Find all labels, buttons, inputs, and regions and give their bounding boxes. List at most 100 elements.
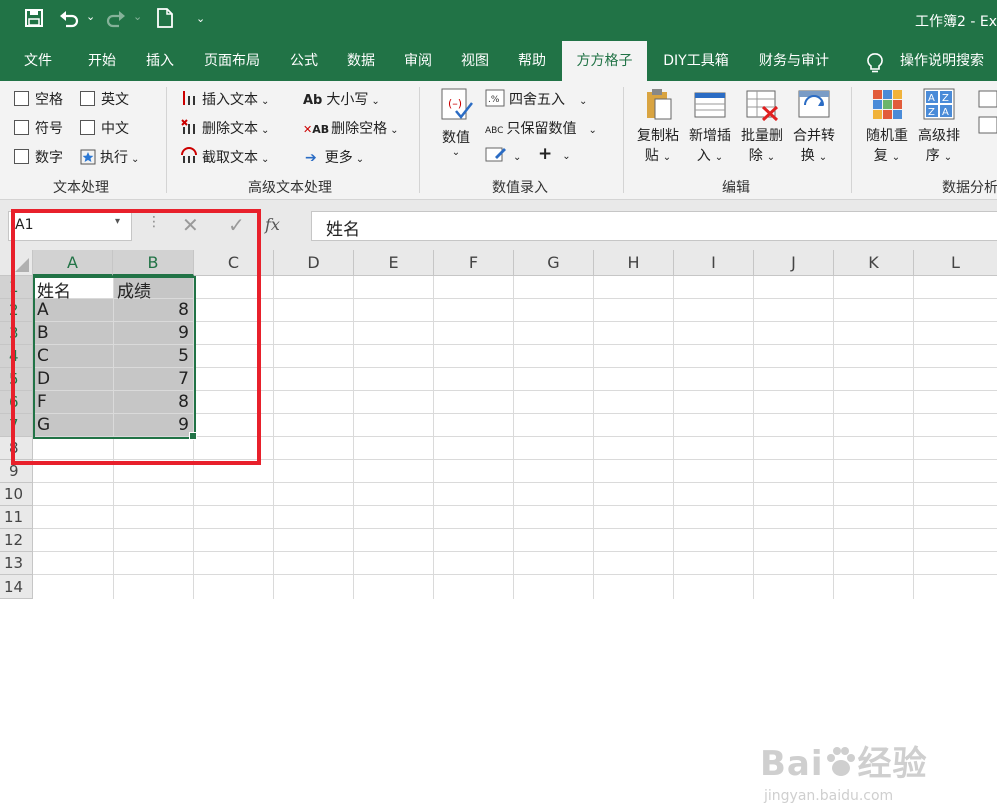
tab-file[interactable]: 文件 [10, 41, 66, 81]
column-header-i[interactable]: I [674, 250, 754, 276]
row-header-14[interactable]: 14 [0, 575, 33, 599]
copy-paste-button[interactable]: 复制粘 贴 ⌄ [634, 87, 682, 165]
keep-numbers-button[interactable]: ABC 只保留数值 ⌄ [485, 118, 597, 138]
insert-new-button[interactable]: 新增插 入 ⌄ [686, 87, 734, 165]
round-icon: .% [485, 89, 505, 107]
pencil-grid-icon [485, 147, 506, 162]
round-label: 四舍五入 [509, 92, 565, 108]
group-divider [419, 87, 420, 193]
column-header-j[interactable]: J [754, 250, 834, 276]
tab-page-layout[interactable]: 页面布局 [194, 41, 270, 81]
tab-review[interactable]: 审阅 [390, 41, 446, 81]
column-header-h[interactable]: H [594, 250, 674, 276]
random-repeat-icon [873, 90, 902, 119]
checkbox-label: 空格 [35, 92, 63, 108]
edit-number-button[interactable]: ⌄ [485, 145, 521, 164]
lightbulb-icon[interactable] [860, 41, 890, 81]
more-label: 更多 [324, 150, 353, 166]
tab-diy-toolbox[interactable]: DIY工具箱 [653, 41, 739, 81]
more-tools-icon[interactable] [977, 89, 997, 143]
checkbox-label: 英文 [101, 92, 129, 108]
formula-input-value: 姓名 [326, 220, 360, 240]
redo-icon[interactable] [105, 8, 127, 33]
save-icon[interactable] [24, 8, 44, 33]
sort-az-icon: A ZZ A [923, 88, 955, 120]
gridline [33, 528, 997, 529]
checkbox-number[interactable]: 数字 [14, 147, 63, 167]
new-file-icon[interactable] [156, 8, 174, 33]
number-value-button[interactable]: (–) 数值 ⌄ [436, 87, 476, 167]
batch-delete-label-2: 除 [748, 148, 763, 164]
insert-new-label: 新增插 [689, 128, 731, 144]
tab-insert[interactable]: 插入 [132, 41, 188, 81]
checkbox-space[interactable]: 空格 [14, 89, 63, 109]
watermark-brand-2: 经验 [857, 744, 928, 784]
column-header-d[interactable]: D [274, 250, 354, 276]
chevron-down-icon: ⌄ [451, 147, 461, 158]
row-header-12[interactable]: 12 [0, 529, 33, 552]
insert-function-button[interactable]: fx [265, 215, 280, 234]
column-header-g[interactable]: G [514, 250, 594, 276]
gridline [33, 482, 997, 483]
more-button[interactable]: ➔ 更多 ⌄ [305, 147, 364, 167]
insert-text-label: 插入文本 [202, 92, 258, 108]
checkbox-english[interactable]: 英文 [80, 89, 129, 109]
column-header-k[interactable]: K [834, 250, 914, 276]
customize-qat-icon[interactable]: ⌄ [196, 12, 205, 25]
column-header-e[interactable]: E [354, 250, 434, 276]
chevron-down-icon: ⌄ [371, 96, 380, 107]
advanced-sort-button[interactable]: AZZA 高级排 序 ⌄ [914, 87, 964, 165]
column-header-f[interactable]: F [434, 250, 514, 276]
tab-help[interactable]: 帮助 [504, 41, 560, 81]
gridline [33, 574, 997, 575]
random-repeat-label-2: 复 [873, 148, 888, 164]
plus-button[interactable]: + ⌄ [538, 144, 571, 164]
row-header-13[interactable]: 13 [0, 552, 33, 575]
svg-text:Z: Z [942, 93, 949, 104]
merge-convert-button[interactable]: 合并转 换 ⌄ [790, 87, 838, 165]
checkbox-label: 数字 [35, 150, 63, 166]
merge-convert-label: 合并转 [793, 128, 835, 144]
undo-dropdown-icon[interactable]: ⌄ [86, 10, 95, 23]
tab-fangfanggezi[interactable]: 方方格子 [562, 41, 647, 81]
checkbox-label: 符号 [35, 121, 63, 137]
group-divider [623, 87, 624, 193]
ribbon: 空格 英文 符号 中文 数字 执行 ⌄ 文本处理 插入文本 ⌄ 删除文本 ⌄ 截取文本… [0, 81, 997, 200]
case-icon: Ab [303, 93, 323, 108]
extract-text-button[interactable]: 截取文本 ⌄ [180, 147, 269, 167]
undo-icon[interactable] [58, 8, 80, 33]
title-bar: ⌄ ⌄ ⌄ 工作簿2 - Ex [0, 0, 997, 41]
row-header-10[interactable]: 10 [0, 483, 33, 506]
formula-input[interactable]: 姓名 [311, 211, 997, 241]
remove-spaces-label: 删除空格 [331, 121, 388, 137]
tab-data[interactable]: 数据 [333, 41, 389, 81]
ribbon-tabs: 文件 开始 插入 页面布局 公式 数据 审阅 视图 帮助 方方格子 DIY工具箱… [0, 41, 997, 81]
tab-formulas[interactable]: 公式 [276, 41, 332, 81]
execute-button[interactable]: 执行 ⌄ [80, 147, 139, 167]
batch-delete-button[interactable]: 批量删 除 ⌄ [738, 87, 786, 165]
delete-text-button[interactable]: 删除文本 ⌄ [180, 118, 269, 138]
paw-icon [824, 745, 858, 788]
column-header-l[interactable]: L [914, 250, 997, 276]
tab-home[interactable]: 开始 [74, 41, 130, 81]
round-button[interactable]: .% 四舍五入 ⌄ [485, 89, 587, 109]
tell-me-search[interactable]: 操作说明搜索 [892, 41, 992, 81]
tab-finance-audit[interactable]: 财务与审计 [748, 41, 840, 81]
insert-text-button[interactable]: 插入文本 ⌄ [180, 89, 269, 109]
highlight-annotation-box [11, 209, 261, 465]
group-label-text-processing: 文本处理 [53, 180, 109, 196]
tab-view[interactable]: 视图 [447, 41, 503, 81]
chevron-down-icon: ⌄ [588, 125, 597, 136]
redo-dropdown-icon[interactable]: ⌄ [133, 10, 142, 23]
plus-icon: + [538, 144, 553, 164]
checkbox-icon [80, 91, 95, 106]
chevron-down-icon: ⌄ [891, 152, 901, 163]
row-header-11[interactable]: 11 [0, 506, 33, 529]
checkbox-chinese[interactable]: 中文 [80, 118, 129, 138]
batch-delete-icon [746, 90, 779, 122]
remove-spaces-button[interactable]: ✕AB 删除空格 ⌄ [303, 118, 399, 138]
group-label-data-analysis: 数据分析 [942, 180, 997, 196]
case-button[interactable]: Ab 大小写 ⌄ [303, 89, 380, 109]
checkbox-symbol[interactable]: 符号 [14, 118, 63, 138]
random-repeat-button[interactable]: 随机重 复 ⌄ [862, 87, 912, 165]
